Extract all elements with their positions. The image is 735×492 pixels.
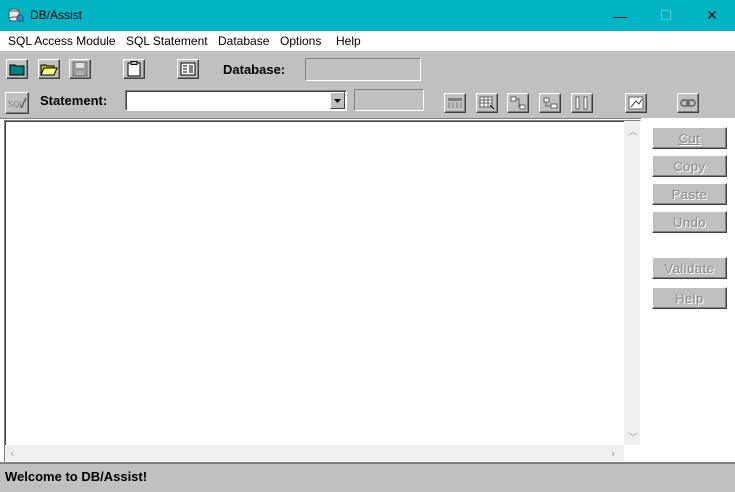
copy-button[interactable]: Copy [652,155,727,177]
cut-button[interactable]: Cut [652,127,727,149]
close-button[interactable]: ✕ [689,0,735,31]
sql-pencil-icon: SQL [8,97,27,109]
statement-extra-field [354,89,424,111]
menu-sql-statement[interactable]: SQL Statement [126,34,208,48]
minimize-button[interactable]: — [597,0,643,31]
join-icon [510,96,526,110]
sql-editor[interactable]: ︿ ﹀ ‹ › [4,120,641,462]
database-label: Database: [223,62,286,77]
form-button[interactable] [177,59,199,79]
scroll-down-icon[interactable]: ﹀ [628,429,638,444]
statement-label: Statement: [40,93,108,108]
paste-button[interactable]: Paste [652,183,727,205]
clipboard-icon [127,61,141,77]
maximize-button[interactable]: ☐ [643,0,689,31]
validate-label: Validate [664,260,715,276]
grid-icon [479,96,495,110]
columns-icon [575,96,588,110]
status-text: Welcome to DB/Assist! [5,469,148,484]
menu-help[interactable]: Help [336,34,361,48]
new-button[interactable] [6,59,28,79]
form-icon [180,62,196,76]
columns-button[interactable] [571,93,593,113]
app-icon [8,8,24,23]
table-button[interactable] [444,93,466,113]
minimize-icon: — [613,7,627,24]
link-icon [680,99,696,107]
close-icon: ✕ [706,7,718,23]
relation-button[interactable] [539,93,561,113]
help-button[interactable]: Help [652,287,727,309]
save-button[interactable] [69,59,91,79]
clipboard-button[interactable] [123,59,145,79]
vertical-scrollbar[interactable]: ︿ ﹀ [624,121,640,445]
open-folder-icon [40,64,58,76]
maximize-icon: ☐ [659,7,673,23]
window-title: DB/Assist [30,8,83,22]
database-field [305,58,421,81]
title-bar: DB/Assist — ☐ ✕ [0,0,735,31]
horizontal-scrollbar[interactable]: ‹ › [5,445,624,461]
menu-options[interactable]: Options [280,34,321,48]
join-button[interactable] [507,93,529,113]
save-disk-icon [72,61,88,77]
run-icon [628,96,644,110]
run-button[interactable] [625,93,647,113]
relation-icon [543,97,558,109]
open-button[interactable] [38,59,60,79]
paste-label: Paste [671,186,708,202]
chevron-down-icon [334,98,341,103]
scroll-left-icon[interactable]: ‹ [10,447,14,460]
sql-edit-button[interactable]: SQL [5,92,29,114]
table-icon [448,98,462,108]
undo-button[interactable]: Undo [652,211,727,233]
cut-label: Cut [678,130,701,146]
menu-sql-access-module[interactable]: SQL Access Module [8,34,116,48]
copy-label: Copy [673,158,706,174]
menu-bar: SQL Access Module SQL Statement Database… [0,31,735,51]
link-button[interactable] [677,93,699,113]
grid-button[interactable] [476,93,498,113]
validate-button[interactable]: Validate [652,257,727,279]
status-bar: Welcome to DB/Assist! [0,462,735,492]
scroll-up-icon[interactable]: ︿ [628,123,638,138]
statement-dropdown-button[interactable] [330,92,345,109]
undo-label: Undo [672,214,707,230]
menu-database[interactable]: Database [218,34,269,48]
statement-combobox[interactable] [125,90,347,111]
new-folder-icon [9,64,25,76]
scroll-right-icon[interactable]: › [611,447,615,460]
help-label: Help [675,290,704,306]
